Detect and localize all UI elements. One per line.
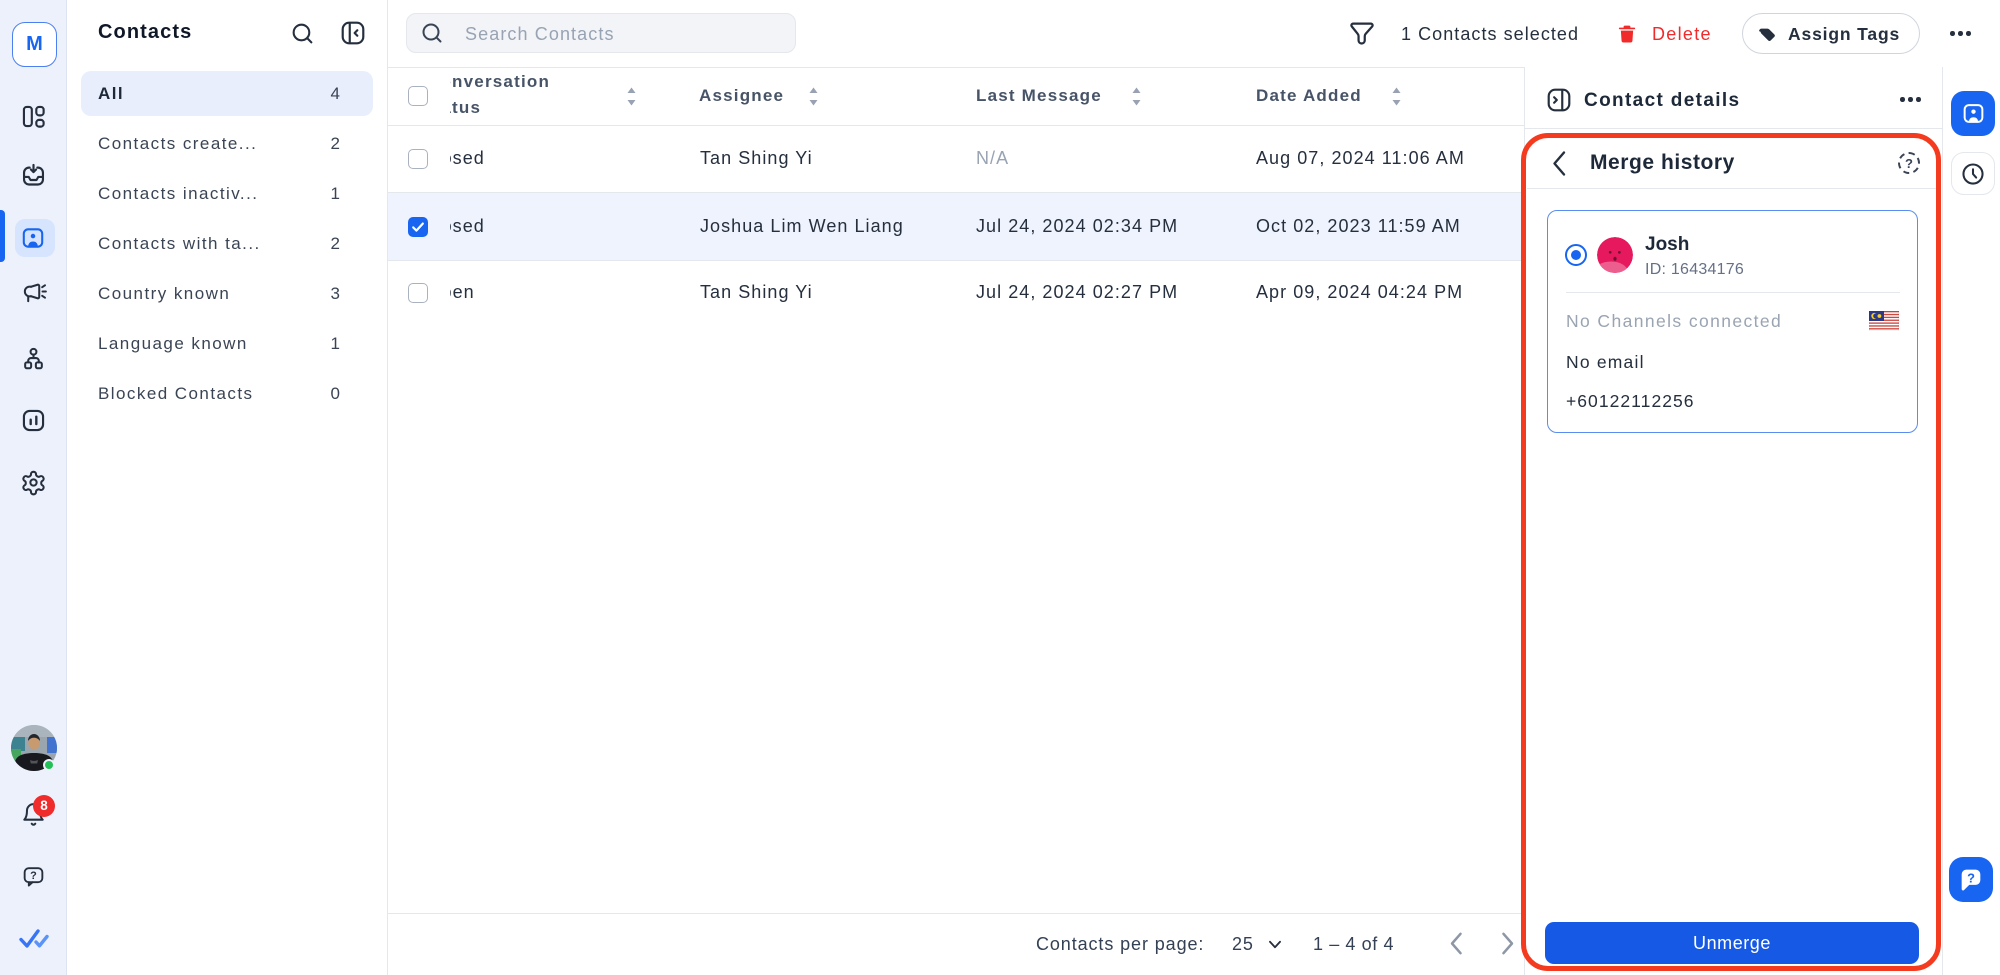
svg-text:?: ? (30, 870, 37, 882)
svg-text:?: ? (1967, 870, 1975, 885)
